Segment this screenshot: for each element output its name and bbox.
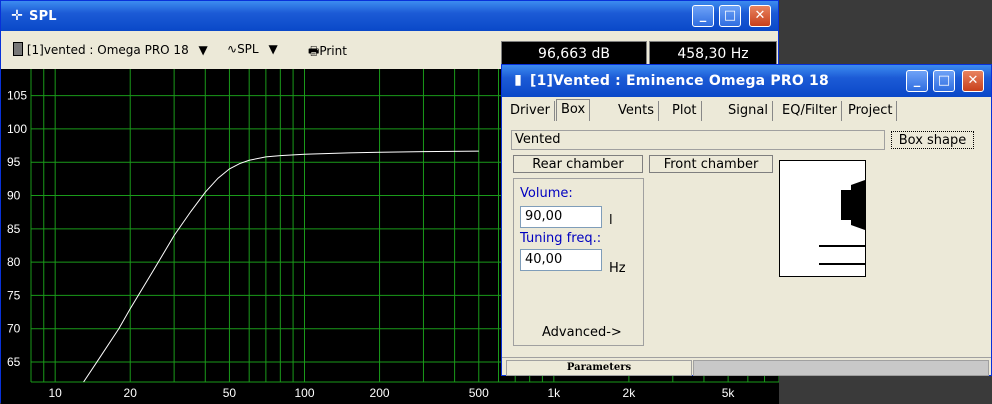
tuning-input[interactable]: 40,00 [520, 249, 602, 271]
status-bar: Parameters [502, 357, 991, 376]
box-type-field[interactable]: Vented [511, 130, 885, 150]
x-tick-label: 5k [722, 386, 736, 400]
view-select[interactable]: ∿SPL ▼ [227, 42, 278, 56]
box-shape-button[interactable]: Box shape [891, 131, 974, 149]
x-tick-label: 50 [223, 386, 237, 400]
tab-signal[interactable]: Signal [724, 101, 773, 121]
status-parameters-label: Parameters [506, 360, 692, 376]
y-tick-label: 95 [7, 155, 21, 169]
tab-vents[interactable]: Vents [614, 101, 659, 121]
wave-icon: ∿ [227, 42, 238, 56]
x-tick-label: 10 [48, 386, 62, 400]
tuning-label: Tuning freq.: [520, 231, 602, 246]
driver-select-value: [1]vented : Omega PRO 18 [26, 43, 189, 57]
crosshair-icon: ✛ [11, 8, 23, 24]
y-tick-label: 70 [7, 322, 21, 336]
minimize-button[interactable]: _ [906, 70, 928, 92]
params-window: ▮ [1]Vented : Eminence Omega PRO 18 _ □ … [501, 64, 992, 376]
tab-box[interactable]: Box [556, 99, 591, 121]
y-tick-label: 75 [7, 288, 21, 302]
x-tick-label: 2k [623, 386, 637, 400]
rear-chamber-panel: Volume: 90,00 l Tuning freq.: 40,00 Hz A… [513, 178, 644, 346]
spl-window-title: SPL [29, 9, 57, 24]
maximize-button[interactable]: □ [719, 5, 741, 27]
tab-eq-filter[interactable]: EQ/Filter [778, 101, 843, 121]
minimize-button[interactable]: _ [692, 5, 714, 27]
print-label: Print [319, 44, 347, 58]
driver-select[interactable]: [1]vented : Omega PRO 18 ▼ [13, 42, 208, 57]
chevron-down-icon: ▼ [198, 43, 208, 57]
x-tick-label: 20 [124, 386, 138, 400]
close-button[interactable]: ✕ [962, 70, 984, 92]
close-button[interactable]: ✕ [749, 5, 771, 27]
tuning-unit: Hz [609, 261, 626, 276]
params-window-title: [1]Vented : Eminence Omega PRO 18 [530, 73, 829, 89]
view-select-value: SPL [237, 42, 259, 56]
tab-plot[interactable]: Plot [668, 101, 702, 121]
speaker-icon: ▮ [514, 72, 522, 88]
y-tick-label: 105 [7, 89, 27, 103]
rear-chamber-button[interactable]: Rear chamber [513, 155, 643, 173]
box-shape-diagram [779, 160, 866, 277]
spl-titlebar[interactable]: ✛ SPL _ □ ✕ [1, 1, 778, 31]
readout-db: 96,663 dB [501, 41, 647, 65]
y-tick-label: 65 [7, 355, 21, 369]
readout-hz: 458,30 Hz [649, 41, 777, 65]
tab-project[interactable]: Project [844, 101, 898, 121]
x-tick-label: 100 [294, 386, 314, 400]
volume-unit: l [609, 213, 613, 228]
x-tick-label: 500 [469, 386, 489, 400]
x-tick-label: 1k [547, 386, 561, 400]
x-tick-label: 200 [370, 386, 390, 400]
printer-icon: 🖶 [308, 44, 320, 58]
y-tick-label: 90 [7, 189, 21, 203]
status-progress [693, 360, 989, 376]
spl-series-line [83, 150, 479, 383]
advanced-button[interactable]: Advanced-> [542, 325, 622, 340]
speaker-icon [13, 42, 23, 56]
volume-label: Volume: [520, 186, 573, 201]
print-button[interactable]: 🖶Print [308, 42, 347, 63]
tab-driver[interactable]: Driver [506, 101, 556, 121]
maximize-button[interactable]: □ [933, 70, 955, 92]
driver-icon [841, 190, 851, 220]
chevron-down-icon: ▼ [268, 42, 278, 56]
params-titlebar[interactable]: ▮ [1]Vented : Eminence Omega PRO 18 _ □ … [502, 65, 991, 97]
y-tick-label: 100 [7, 122, 27, 136]
volume-input[interactable]: 90,00 [520, 206, 602, 228]
y-tick-label: 80 [7, 255, 21, 269]
front-chamber-button[interactable]: Front chamber [649, 155, 773, 173]
y-tick-label: 85 [7, 222, 21, 236]
